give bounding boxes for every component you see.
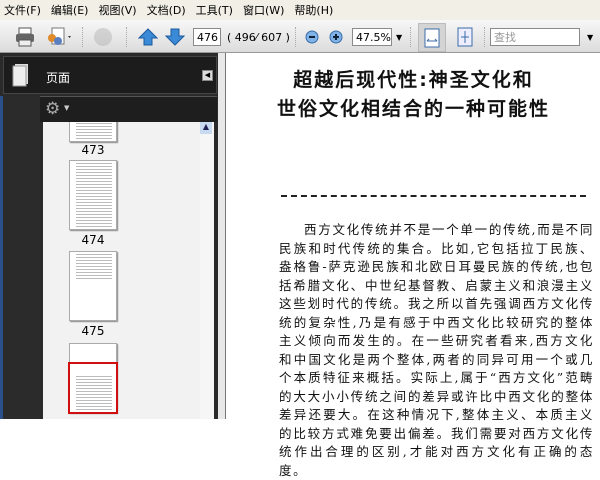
- current-page-highlight: [68, 362, 118, 414]
- search-input[interactable]: 查找: [490, 28, 580, 46]
- collapse-panel-button[interactable]: ◀: [202, 70, 213, 81]
- scroll-up-button[interactable]: ▲: [200, 122, 212, 134]
- panel-splitter[interactable]: [218, 53, 225, 419]
- fit-page-button[interactable]: [455, 26, 475, 48]
- menu-edit[interactable]: 编辑(E): [51, 2, 89, 18]
- divider-line: [281, 195, 586, 197]
- thumbnail-label: 475: [81, 324, 105, 338]
- thumbnail-list: 473 474 475: [43, 122, 213, 419]
- zoom-out-button[interactable]: [305, 30, 319, 44]
- pages-panel-title: 页面: [46, 71, 71, 85]
- document-view: 超越后现代性:神圣文化和 世俗文化相结合的一种可能性 西方文化传统并不是一个单一…: [225, 53, 600, 478]
- document-title-line2: 世俗文化相结合的一种可能性: [276, 98, 550, 120]
- page-count: ( 496⁄ 607 ): [227, 31, 290, 44]
- thumbnail-label: 473: [81, 143, 105, 157]
- arrow-down-icon: [165, 28, 185, 46]
- menu-window[interactable]: 窗口(W): [243, 2, 284, 18]
- fit-width-icon: [424, 28, 440, 47]
- search-dropdown-icon[interactable]: ▼: [587, 33, 593, 42]
- options-menu-button[interactable]: ⚙ ▼: [40, 96, 217, 122]
- thumbnail-scrollbar[interactable]: ▲: [200, 122, 214, 419]
- document-paragraph: 西方文化传统并不是一个单一的传统,而是不同民族和时代传统的集合。比如,它包括拉丁…: [279, 222, 594, 478]
- page-number-input[interactable]: 476: [193, 28, 221, 46]
- zoom-input[interactable]: 47.5%: [352, 28, 392, 46]
- thumbnail-label: 474: [81, 233, 105, 247]
- gear-icon: ⚙: [45, 99, 61, 119]
- attach-button[interactable]: [92, 26, 114, 48]
- thumbnail-page-473[interactable]: [69, 122, 117, 142]
- next-page-button[interactable]: [165, 27, 185, 47]
- menu-view[interactable]: 视图(V): [98, 2, 136, 18]
- pages-icon: [12, 64, 28, 87]
- zoom-dropdown-icon[interactable]: ▼: [396, 33, 402, 42]
- globe-icon: [94, 28, 112, 46]
- printer-icon: [16, 27, 34, 47]
- pages-panel: 页面 ◀ ⚙ ▼ 473 474 475 ▲: [0, 53, 220, 419]
- menu-bar: 文件(F) 编辑(E) 视图(V) 文档(D) 工具(T) 窗口(W) 帮助(H…: [0, 0, 600, 20]
- menu-help[interactable]: 帮助(H): [294, 2, 333, 18]
- thumbnail-page-474[interactable]: [69, 160, 117, 230]
- fit-width-button[interactable]: [418, 23, 446, 52]
- menu-tools[interactable]: 工具(T): [196, 2, 233, 18]
- menu-file[interactable]: 文件(F): [4, 2, 41, 18]
- menu-document[interactable]: 文档(D): [147, 2, 186, 18]
- arrow-up-icon: [138, 28, 158, 46]
- thumbnail-page-475[interactable]: [69, 251, 117, 321]
- previous-page-button[interactable]: [138, 27, 158, 47]
- share-people-icon: [48, 27, 71, 45]
- zoom-in-button[interactable]: [329, 30, 343, 44]
- pages-panel-header: 页面 ◀: [3, 56, 217, 94]
- panel-left-strip: [0, 96, 40, 419]
- fit-page-icon: [457, 27, 473, 47]
- minus-circle-icon: [305, 30, 319, 44]
- collaborate-button[interactable]: [44, 26, 74, 48]
- print-button[interactable]: [14, 26, 36, 48]
- chevron-down-icon: ▼: [64, 104, 70, 112]
- document-title-line1: 超越后现代性:神圣文化和: [293, 69, 534, 91]
- plus-circle-icon: [329, 30, 343, 44]
